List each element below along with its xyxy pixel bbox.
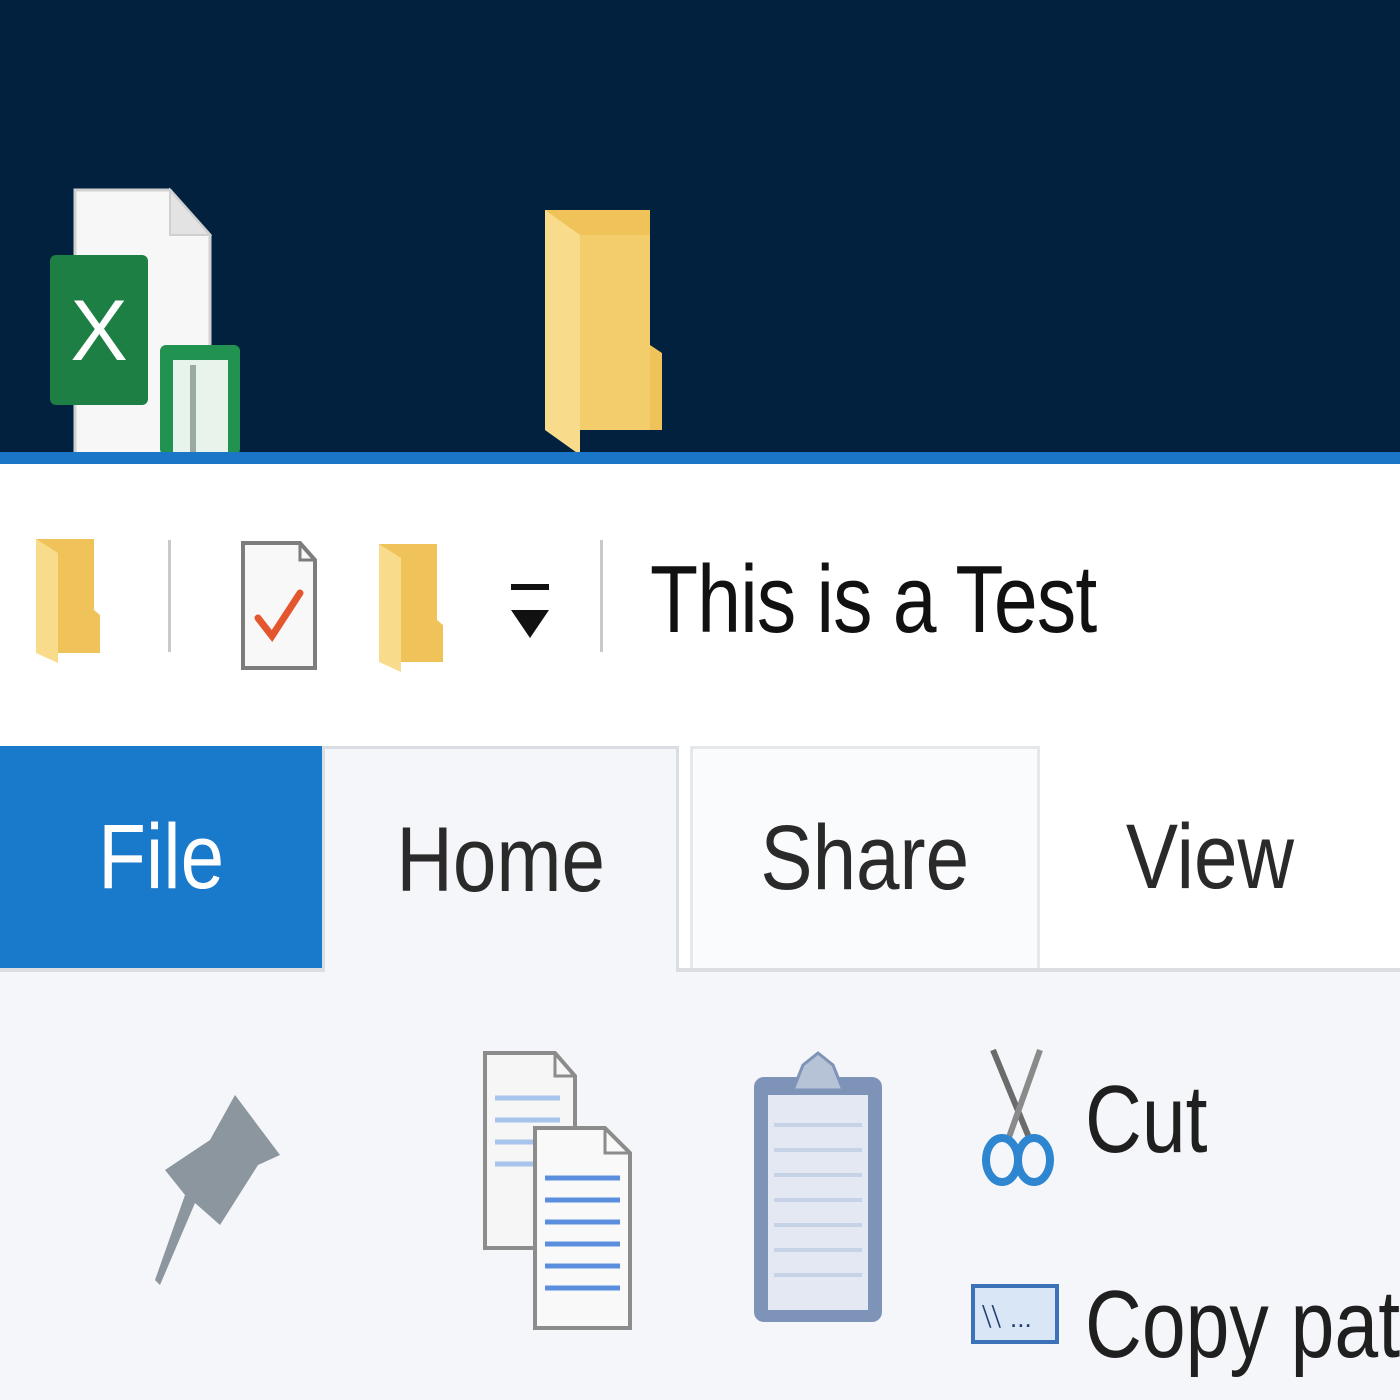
copy-icon[interactable] [480,1048,640,1338]
tab-share-label: Share [760,807,970,909]
folder-icon[interactable] [32,535,102,665]
svg-text:...: ... [1010,1303,1032,1333]
scissors-icon[interactable] [978,1045,1058,1190]
window-title: This is a Test [650,546,1097,653]
tab-file-label: File [97,805,225,908]
excel-file-icon[interactable]: X [45,185,245,455]
cut-button-label[interactable]: Cut [1085,1065,1208,1175]
tab-view-label: View [1125,805,1295,908]
desktop-background: X [0,0,1400,455]
new-folder-icon[interactable] [375,540,445,675]
pin-to-quick-access-icon[interactable] [140,1085,290,1295]
tab-file[interactable]: File [0,746,322,968]
tab-home-label: Home [396,809,605,911]
folder-icon[interactable] [540,205,670,455]
toolbar-separator [168,540,171,652]
tab-share[interactable]: Share [690,746,1040,968]
paste-icon[interactable] [748,1045,888,1330]
properties-checkmark-icon[interactable] [238,538,320,673]
svg-text:X: X [70,283,127,379]
toolbar-separator [600,540,603,652]
tab-view[interactable]: View [1040,746,1380,968]
copy-path-icon[interactable]: \\ ... [970,1283,1060,1345]
window-top-border [0,452,1400,464]
tab-home[interactable]: Home [322,746,679,972]
customize-dropdown-icon[interactable] [505,580,555,650]
copy-path-button-label[interactable]: Copy path [1085,1270,1400,1380]
svg-text:\\: \\ [982,1298,1001,1335]
